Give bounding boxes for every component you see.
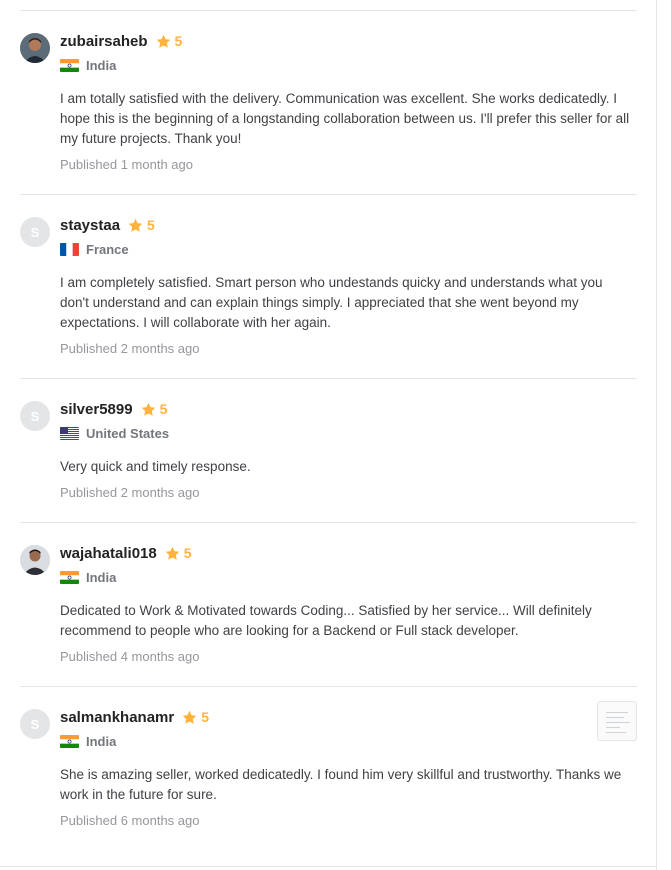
review-item: S silver5899 5 United States Very quick …: [20, 379, 637, 523]
review-published-date: Published 6 months ago: [60, 813, 200, 828]
review-comment: Dedicated to Work & Motivated towards Co…: [60, 603, 592, 638]
review-rating: 5: [156, 33, 183, 49]
star-icon: [141, 402, 155, 416]
usa-flag-icon: [60, 426, 79, 440]
france-flag-icon: [60, 242, 79, 256]
review-rating: 5: [141, 401, 168, 417]
review-item: wajahatali018 5 India Dedicated to Work …: [20, 523, 637, 687]
india-flag-icon: [60, 734, 79, 748]
avatar[interactable]: S: [20, 217, 50, 247]
star-icon: [156, 34, 170, 48]
india-flag-icon: [60, 570, 79, 584]
review-comment: I am totally satisfied with the delivery…: [60, 91, 630, 146]
review-comment: Very quick and timely response.: [60, 459, 251, 474]
star-icon: [182, 710, 197, 724]
reviewer-username[interactable]: wajahatali018: [60, 545, 157, 562]
avatar-initial: S: [30, 224, 40, 240]
india-flag-icon: [60, 58, 79, 72]
rating-value: 5: [183, 545, 192, 561]
rating-value: 5: [147, 217, 155, 233]
review-item: S staystaa 5 France I am completely sati…: [20, 195, 637, 379]
avatar[interactable]: S: [20, 709, 50, 739]
review-item: S salmankhanamr 5 India She is amazing s…: [20, 687, 637, 850]
star-icon: [165, 546, 179, 560]
avatar-initial: S: [30, 716, 40, 732]
reviewer-username[interactable]: staystaa: [60, 217, 120, 234]
avatar[interactable]: [20, 545, 50, 575]
review-comment: She is amazing seller, worked dedicatedl…: [60, 767, 622, 802]
review-rating: 5: [182, 709, 209, 725]
reviewer-country: India: [86, 569, 117, 585]
avatar-initial: S: [30, 408, 40, 424]
delivery-thumbnail[interactable]: [597, 701, 637, 741]
review-rating: 5: [165, 545, 192, 561]
bottom-divider: [0, 866, 657, 867]
avatar[interactable]: S: [20, 401, 50, 431]
reviewer-country: India: [86, 57, 117, 73]
review-published-date: Published 2 months ago: [60, 341, 200, 356]
rating-value: 5: [174, 33, 183, 49]
rating-value: 5: [159, 401, 168, 417]
reviewer-username[interactable]: zubairsaheb: [60, 33, 148, 50]
right-scroll-rail: [656, 0, 671, 870]
review-published-date: Published 4 months ago: [60, 649, 200, 664]
review-published-date: Published 2 months ago: [60, 485, 200, 500]
reviewer-country: India: [86, 733, 117, 749]
reviewer-country: United States: [86, 425, 170, 441]
reviewer-username[interactable]: silver5899: [60, 401, 133, 418]
review-published-date: Published 1 month ago: [60, 157, 193, 172]
review-item: zubairsaheb 5 India I am totally satisfi…: [20, 11, 637, 195]
review-rating: 5: [128, 217, 155, 233]
review-list: zubairsaheb 5 India I am totally satisfi…: [20, 10, 637, 850]
reviewer-username[interactable]: salmankhanamr: [60, 709, 174, 726]
avatar[interactable]: [20, 33, 50, 63]
star-icon: [128, 218, 143, 232]
reviewer-country: France: [86, 241, 129, 257]
review-comment: I am completely satisfied. Smart person …: [60, 275, 603, 330]
rating-value: 5: [201, 709, 210, 725]
